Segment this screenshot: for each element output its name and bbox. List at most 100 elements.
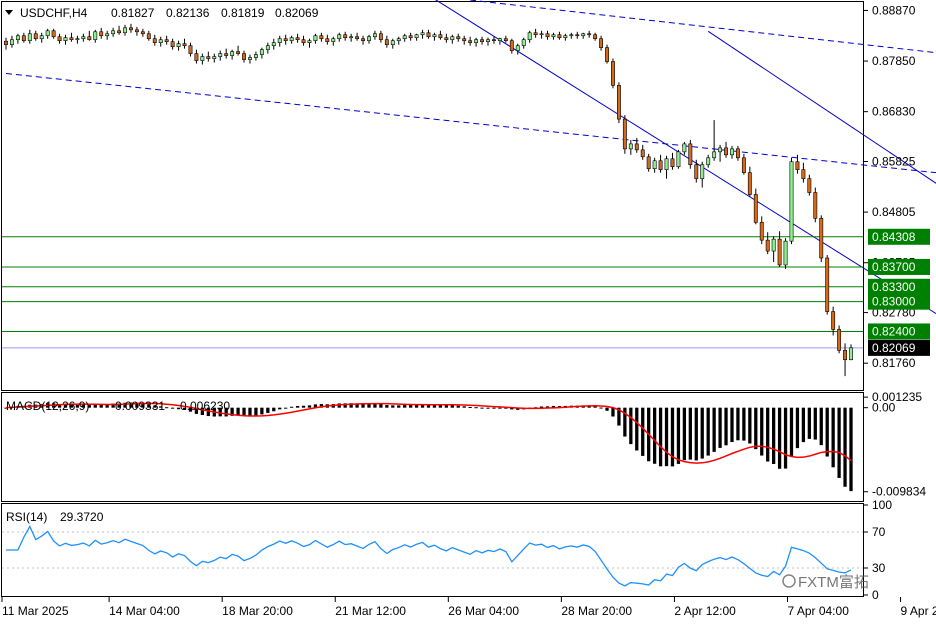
bear-candle[interactable] <box>194 53 199 61</box>
bull-candle[interactable] <box>81 36 86 40</box>
bull-candle[interactable] <box>569 34 574 37</box>
bull-candle[interactable] <box>45 30 50 37</box>
bear-candle[interactable] <box>658 160 663 171</box>
bear-candle[interactable] <box>825 257 830 312</box>
bear-candle[interactable] <box>593 34 598 40</box>
bear-candle[interactable] <box>753 194 758 223</box>
bear-candle[interactable] <box>134 29 139 33</box>
bear-candle[interactable] <box>622 118 627 150</box>
bull-candle[interactable] <box>706 157 711 166</box>
bear-candle[interactable] <box>343 34 348 39</box>
bear-candle[interactable] <box>747 172 752 195</box>
bull-candle[interactable] <box>718 147 723 153</box>
bull-candle[interactable] <box>75 38 80 41</box>
bear-candle[interactable] <box>807 178 812 193</box>
bear-candle[interactable] <box>468 40 473 43</box>
bull-candle[interactable] <box>432 34 437 38</box>
bear-candle[interactable] <box>325 38 330 42</box>
bull-candle[interactable] <box>515 45 520 51</box>
bear-candle[interactable] <box>438 34 443 39</box>
bear-candle[interactable] <box>741 157 746 173</box>
bull-candle[interactable] <box>200 56 205 61</box>
bear-candle[interactable] <box>640 149 645 158</box>
bull-candle[interactable] <box>450 36 455 41</box>
bear-candle[interactable] <box>670 158 675 168</box>
bull-candle[interactable] <box>628 143 633 150</box>
bull-candle[interactable] <box>682 143 687 153</box>
bear-candle[interactable] <box>117 30 121 34</box>
bull-candle[interactable] <box>313 35 318 42</box>
bear-candle[interactable] <box>765 239 770 252</box>
bear-candle[interactable] <box>557 34 562 39</box>
bull-candle[interactable] <box>277 38 282 43</box>
bear-candle[interactable] <box>813 192 818 219</box>
bull-candle[interactable] <box>396 38 401 42</box>
bear-candle[interactable] <box>99 31 104 37</box>
bull-candle[interactable] <box>307 40 312 43</box>
bull-candle[interactable] <box>349 36 354 39</box>
bull-candle[interactable] <box>563 35 568 39</box>
bear-candle[interactable] <box>188 45 193 54</box>
bear-candle[interactable] <box>503 38 508 42</box>
bull-candle[interactable] <box>105 33 110 37</box>
bear-candle[interactable] <box>545 33 550 38</box>
bull-candle[interactable] <box>474 39 479 43</box>
bear-candle[interactable] <box>152 38 157 43</box>
bear-candle[interactable] <box>509 40 514 51</box>
bull-candle[interactable] <box>664 158 669 171</box>
bear-candle[interactable] <box>164 39 169 42</box>
bull-candle[interactable] <box>10 39 14 45</box>
bull-candle[interactable] <box>331 38 336 42</box>
bull-candle[interactable] <box>849 347 853 361</box>
bull-candle[interactable] <box>253 54 258 58</box>
bear-candle[interactable] <box>140 31 145 35</box>
bear-candle[interactable] <box>21 35 26 42</box>
bull-candle[interactable] <box>373 33 377 38</box>
bear-candle[interactable] <box>759 221 764 241</box>
bear-candle[interactable] <box>378 33 383 41</box>
bear-candle[interactable] <box>688 143 693 166</box>
bear-candle[interactable] <box>146 33 151 40</box>
bull-candle[interactable] <box>551 34 556 38</box>
bear-candle[interactable] <box>724 147 728 156</box>
bull-candle[interactable] <box>289 37 294 42</box>
bull-candle[interactable] <box>700 164 705 179</box>
bull-candle[interactable] <box>712 151 717 159</box>
bull-candle[interactable] <box>789 161 794 242</box>
bull-candle[interactable] <box>39 35 44 40</box>
bear-candle[interactable] <box>361 38 365 42</box>
bull-candle[interactable] <box>486 39 490 42</box>
bear-candle[interactable] <box>616 85 621 120</box>
bear-candle[interactable] <box>646 156 651 170</box>
bull-candle[interactable] <box>771 238 776 252</box>
bear-candle[interactable] <box>777 238 782 266</box>
bear-candle[interactable] <box>843 350 847 361</box>
bear-candle[interactable] <box>206 56 211 59</box>
bull-candle[interactable] <box>581 33 586 37</box>
bull-candle[interactable] <box>123 27 127 34</box>
bull-candle[interactable] <box>218 53 223 57</box>
bull-candle[interactable] <box>730 148 734 156</box>
bear-candle[interactable] <box>634 143 639 151</box>
bear-candle[interactable] <box>283 38 288 42</box>
bull-candle[interactable] <box>63 37 68 42</box>
bear-candle[interactable] <box>587 33 592 36</box>
bull-candle[interactable] <box>265 45 270 50</box>
bear-candle[interactable] <box>611 61 615 86</box>
bull-candle[interactable] <box>248 57 252 60</box>
bear-candle[interactable] <box>33 33 38 40</box>
bear-candle[interactable] <box>87 36 92 41</box>
bear-candle[interactable] <box>694 164 699 179</box>
bear-candle[interactable] <box>819 218 824 259</box>
bear-candle[interactable] <box>51 30 56 38</box>
bull-candle[interactable] <box>497 38 502 42</box>
bull-candle[interactable] <box>402 35 407 40</box>
bear-candle[interactable] <box>444 37 449 41</box>
bear-candle[interactable] <box>355 36 360 40</box>
bull-candle[interactable] <box>367 36 371 42</box>
bull-candle[interactable] <box>230 51 235 56</box>
bull-candle[interactable] <box>539 33 544 36</box>
bear-candle[interactable] <box>242 53 246 60</box>
bear-candle[interactable] <box>408 35 413 39</box>
bear-candle[interactable] <box>831 311 836 330</box>
